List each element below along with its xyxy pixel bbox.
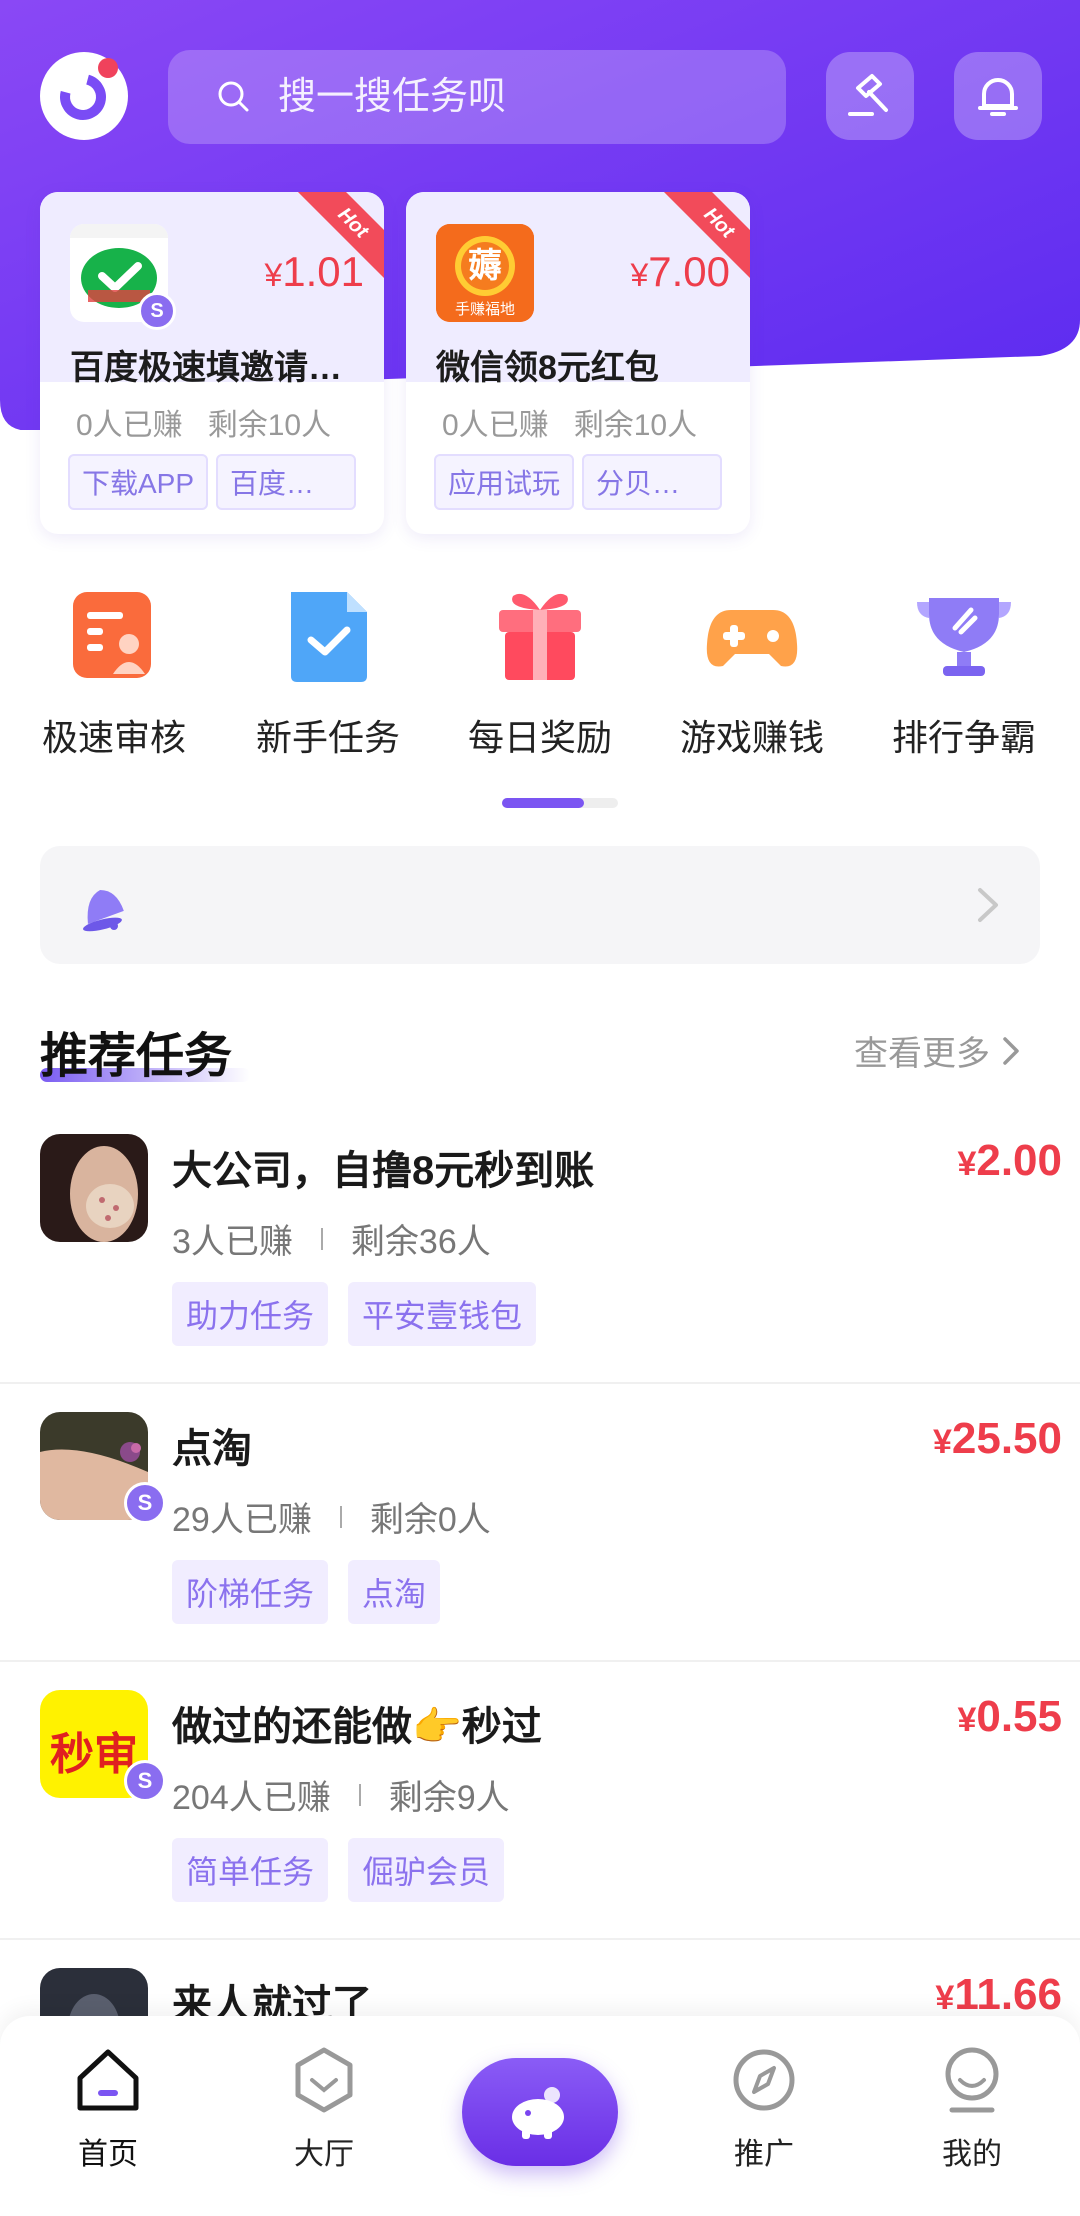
- tab-label: 首页: [78, 2138, 138, 2171]
- search-input[interactable]: [278, 75, 786, 119]
- task-tag: 百度…: [216, 454, 357, 510]
- task-row[interactable]: S 点淘 ¥25.50 29人已赚 剩余0人 阶梯任务 点淘: [0, 1384, 1080, 1662]
- page-indicator-active: [502, 798, 584, 808]
- bottom-tab-bar: 首页 大厅 推广 我的: [0, 2016, 1080, 2216]
- task-tag: 阶梯任务: [172, 1560, 329, 1624]
- vip-badge: S: [124, 1482, 166, 1524]
- task-tags: 下载APP 百度…: [68, 454, 357, 510]
- task-title: 点淘: [172, 1427, 252, 1471]
- thumbnail-caption: 手赚福地: [454, 301, 515, 318]
- task-price: ¥0.55: [957, 1692, 1062, 1741]
- task-tag: 应用试玩: [434, 454, 575, 510]
- task-tag: 倔驴会员: [348, 1838, 505, 1902]
- hall-hexagon-icon: [295, 2047, 353, 2113]
- review-doc-icon: [73, 592, 151, 678]
- task-title: 大公司，自撸8元秒到账: [172, 1149, 595, 1193]
- quick-action-label: 新手任务: [255, 717, 400, 758]
- task-price: ¥11.66: [935, 1970, 1062, 2019]
- app-logo[interactable]: [40, 52, 128, 140]
- task-stats: 29人已赚 剩余0人: [172, 1501, 491, 1539]
- task-tags: 阶梯任务 点淘: [172, 1560, 441, 1624]
- tab-label: 大厅: [294, 2138, 354, 2171]
- task-stats: 0人已赚 剩余10人: [442, 409, 698, 442]
- profile-icon: [945, 2047, 999, 2113]
- hot-task-card[interactable]: Hot S ¥1.01 百度极速填邀请… 0人已赚 剩余10人 下载APP 百度…: [40, 192, 384, 534]
- task-price: ¥2.00: [957, 1136, 1062, 1185]
- chevron-right-icon: [978, 888, 998, 922]
- task-stats: 0人已赚 剩余10人: [76, 409, 332, 442]
- vip-badge: S: [138, 292, 176, 330]
- task-tag: 简单任务: [172, 1838, 329, 1902]
- task-title: 做过的还能做👉秒过: [172, 1705, 542, 1749]
- task-thumbnail: 薅 手赚福地: [436, 224, 534, 322]
- piggy-bank-icon: [512, 2087, 564, 2139]
- notice-bar[interactable]: [40, 846, 1040, 964]
- task-tags: 应用试玩 分贝…: [434, 454, 723, 510]
- vip-badge: S: [124, 1760, 166, 1802]
- task-stats: 204人已赚 剩余9人: [172, 1779, 510, 1817]
- page-indicator: [502, 798, 618, 808]
- task-row[interactable]: 秒审 S 做过的还能做👉秒过 ¥0.55 204人已赚 剩余9人 简单任务 倔驴会…: [0, 1662, 1080, 1940]
- quick-action-daily-reward[interactable]: 每日奖励: [440, 580, 640, 761]
- task-title: 百度极速填邀请…: [70, 349, 342, 387]
- task-tag: 点淘: [348, 1560, 441, 1624]
- task-tag: 平安壹钱包: [348, 1282, 537, 1346]
- hot-task-card[interactable]: Hot 薅 手赚福地 ¥7.00 微信领8元红包 0人已赚 剩余10人 应用试玩…: [406, 192, 750, 534]
- section-title: 推荐任务: [40, 1030, 233, 1083]
- view-more-label: 查看更多: [854, 1035, 990, 1073]
- newbie-check-icon: [291, 592, 367, 682]
- gamepad-icon: [706, 610, 798, 667]
- quick-action-game-earn[interactable]: 游戏赚钱: [652, 580, 852, 761]
- search-bar[interactable]: [168, 50, 786, 144]
- notice-bell-icon: [83, 889, 124, 932]
- quick-action-label: 游戏赚钱: [679, 717, 824, 758]
- tab-label: 我的: [942, 2138, 1002, 2171]
- compass-icon: [733, 2049, 795, 2111]
- tab-home[interactable]: 首页: [38, 2044, 178, 2173]
- tab-promote[interactable]: 推广: [694, 2044, 834, 2173]
- bell-icon: [978, 78, 1018, 116]
- task-price: ¥1.01: [264, 248, 364, 295]
- task-stats: 3人已赚 剩余36人: [172, 1223, 491, 1261]
- task-price: ¥7.00: [630, 248, 730, 295]
- gift-icon: [499, 593, 581, 680]
- task-avatar: [40, 1134, 148, 1242]
- quick-action-label: 每日奖励: [467, 717, 612, 758]
- trophy-icon: [917, 598, 1011, 676]
- logo-dot: [98, 58, 118, 78]
- task-price: ¥25.50: [932, 1414, 1062, 1463]
- center-piggy-button[interactable]: [462, 2058, 618, 2166]
- quick-action-ranking[interactable]: 排行争霸: [864, 580, 1064, 761]
- tab-mine[interactable]: 我的: [902, 2044, 1042, 2173]
- quick-action-label: 极速审核: [41, 717, 186, 758]
- view-more-link[interactable]: 查看更多: [854, 1026, 1020, 1075]
- quick-action-label: 排行争霸: [891, 717, 1036, 758]
- tab-hall[interactable]: 大厅: [254, 2044, 394, 2173]
- task-tag: 下载APP: [68, 454, 209, 510]
- quick-action-newbie[interactable]: 新手任务: [228, 580, 428, 761]
- task-tags: 简单任务 倔驴会员: [172, 1838, 505, 1902]
- home-icon: [77, 2049, 139, 2111]
- search-icon: [218, 81, 249, 112]
- task-row[interactable]: 大公司，自撸8元秒到账 ¥2.00 3人已赚 剩余36人 助力任务 平安壹钱包: [0, 1106, 1080, 1384]
- auction-hammer-icon: [848, 74, 888, 116]
- thumbnail-glyph: 薅: [468, 247, 502, 285]
- tab-label: 推广: [734, 2138, 794, 2171]
- task-title: 微信领8元红包: [436, 349, 659, 387]
- notification-button[interactable]: [954, 52, 1042, 140]
- task-tag: 助力任务: [172, 1282, 329, 1346]
- chevron-right-icon: [1003, 1036, 1019, 1065]
- task-tag: 分贝…: [582, 454, 723, 510]
- task-tags: 助力任务 平安壹钱包: [172, 1282, 537, 1346]
- auction-button[interactable]: [826, 52, 914, 140]
- quick-action-fast-review[interactable]: 极速审核: [14, 580, 214, 761]
